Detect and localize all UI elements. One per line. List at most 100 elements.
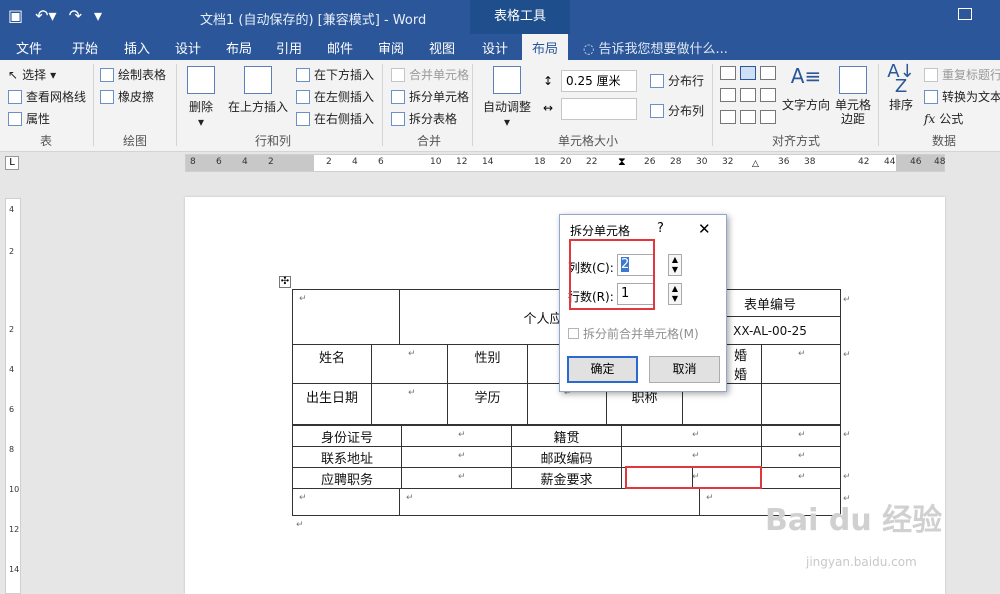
- cell-margins-button[interactable]: 单元格 边距: [834, 66, 872, 126]
- name-label-cell[interactable]: 姓名: [292, 344, 372, 384]
- view-gridlines-button[interactable]: 查看网格线: [8, 88, 86, 105]
- eraser-button[interactable]: 橡皮擦: [100, 88, 154, 105]
- tab-design[interactable]: 设计: [175, 38, 201, 57]
- column-width-input[interactable]: [561, 98, 637, 120]
- tab-table-layout[interactable]: 布局: [522, 34, 569, 60]
- text-direction-button[interactable]: A≡ 文字方向: [782, 64, 830, 113]
- convert-to-text-button[interactable]: 转换为文本: [924, 88, 1000, 105]
- position-label-cell[interactable]: 应聘职务: [292, 467, 402, 489]
- end-of-row-mark: ↵: [843, 350, 851, 360]
- properties-button[interactable]: 属性: [8, 110, 50, 127]
- id-number-label-cell[interactable]: 身份证号: [292, 425, 402, 447]
- horizontal-ruler[interactable]: 8 6 4 2 2 4 6 10 12 14 18 20 22 26 28 30…: [185, 154, 945, 172]
- right-indent-marker-icon[interactable]: △: [752, 159, 759, 169]
- merge-before-split-checkbox[interactable]: 拆分前合并单元格(M): [568, 325, 699, 342]
- marital-status-value-cell[interactable]: ↵: [761, 344, 841, 384]
- tab-table-design[interactable]: 设计: [482, 38, 508, 57]
- table-cell[interactable]: ↵: [399, 488, 700, 516]
- native-place-value-cell[interactable]: ↵: [621, 425, 762, 447]
- autofit-icon: [493, 66, 521, 94]
- select-button[interactable]: ↖ 选择 ▾: [8, 66, 56, 83]
- align-bottom-left-icon[interactable]: [720, 110, 736, 124]
- name-value-cell[interactable]: ↵: [371, 344, 448, 384]
- native-place-label-cell[interactable]: 籍贯: [511, 425, 622, 447]
- gender-label-cell[interactable]: 性别: [447, 344, 528, 384]
- table-cell[interactable]: ↵: [292, 289, 400, 345]
- table-cell[interactable]: ↵: [292, 488, 400, 516]
- postcode-value-cell[interactable]: ↵: [621, 446, 762, 468]
- tab-insert[interactable]: 插入: [124, 38, 150, 57]
- tab-review[interactable]: 审阅: [378, 38, 404, 57]
- position-value-cell[interactable]: ↵: [401, 467, 512, 489]
- align-middle-right-icon[interactable]: [760, 88, 776, 102]
- autofit-button[interactable]: 自动调整 ▾: [481, 66, 533, 129]
- distribute-rows-button[interactable]: 分布行: [650, 72, 704, 89]
- tab-selector-icon[interactable]: L: [5, 156, 19, 170]
- cancel-button[interactable]: 取消: [649, 356, 720, 383]
- salary-label-cell[interactable]: 薪金要求: [511, 467, 622, 489]
- close-icon[interactable]: ✕: [698, 220, 711, 238]
- postcode-label-cell[interactable]: 邮政编码: [511, 446, 622, 468]
- birth-date-label-cell[interactable]: 出生日期: [292, 383, 372, 425]
- insert-left-button[interactable]: 在左侧插入: [296, 88, 374, 105]
- address-label-cell[interactable]: 联系地址: [292, 446, 402, 468]
- split-cells-button[interactable]: 拆分单元格: [391, 88, 469, 105]
- birth-date-value-cell[interactable]: ↵: [371, 383, 448, 425]
- merge-cells-button[interactable]: 合并单元格: [391, 66, 469, 83]
- ruler-number: 6: [216, 157, 222, 167]
- ruler-number: 2: [326, 157, 332, 167]
- tab-file[interactable]: 文件: [16, 38, 42, 57]
- table-cell[interactable]: ↵: [761, 446, 841, 468]
- draw-table-button[interactable]: 绘制表格: [100, 66, 166, 83]
- save-icon[interactable]: ▣: [8, 6, 23, 25]
- rows-spinner[interactable]: ▲ ▼: [668, 283, 682, 305]
- formula-button[interactable]: fx 公式: [924, 110, 963, 127]
- tab-references[interactable]: 引用: [276, 38, 302, 57]
- tab-view[interactable]: 视图: [429, 38, 455, 57]
- align-middle-left-icon[interactable]: [720, 88, 736, 102]
- indent-marker-icon[interactable]: ⧗: [618, 155, 626, 169]
- tab-mailings[interactable]: 邮件: [327, 38, 353, 57]
- vertical-ruler[interactable]: 4 2 2 4 6 8 10 12 14: [5, 198, 21, 594]
- columns-spinner[interactable]: ▲ ▼: [668, 254, 682, 276]
- align-top-left-icon[interactable]: [720, 66, 736, 80]
- insert-right-button[interactable]: 在右侧插入: [296, 110, 374, 127]
- insert-below-button[interactable]: 在下方插入: [296, 66, 374, 83]
- align-top-right-icon[interactable]: [760, 66, 776, 80]
- customize-qat-icon[interactable]: ▾: [94, 6, 102, 25]
- address-value-cell[interactable]: ↵: [401, 446, 512, 468]
- row-height-input[interactable]: 0.25 厘米: [561, 70, 637, 92]
- distribute-columns-button[interactable]: 分布列: [650, 102, 704, 119]
- tab-home[interactable]: 开始: [72, 38, 98, 57]
- id-number-value-cell[interactable]: ↵: [401, 425, 512, 447]
- redo-icon[interactable]: ↷: [69, 6, 82, 25]
- align-bottom-right-icon[interactable]: [760, 110, 776, 124]
- repeat-header-rows-button[interactable]: 重复标题行: [924, 66, 1000, 83]
- table-cell[interactable]: ↵: [761, 425, 841, 447]
- ok-button[interactable]: 确定: [567, 356, 638, 383]
- tell-me-search[interactable]: ◌ 告诉我您想要做什么...: [583, 38, 728, 57]
- delete-table-icon: [187, 66, 215, 94]
- table-cell[interactable]: ↵: [761, 467, 841, 489]
- insert-above-button[interactable]: 在上方插入: [228, 66, 288, 115]
- tab-layout[interactable]: 布局: [226, 38, 252, 57]
- sort-az-icon: A↓ Z: [887, 61, 915, 97]
- column-width-icon: ↔: [543, 101, 554, 115]
- undo-icon[interactable]: ↶▾: [35, 6, 56, 25]
- sort-button[interactable]: A↓ Z 排序: [885, 61, 917, 113]
- ribbon-display-options-icon[interactable]: [958, 8, 972, 20]
- align-top-center-icon[interactable]: [740, 66, 756, 80]
- help-icon[interactable]: ?: [657, 221, 664, 236]
- photo-cell[interactable]: [761, 383, 841, 425]
- align-middle-center-icon[interactable]: [740, 88, 756, 102]
- delete-button[interactable]: 删除 ▾: [183, 66, 219, 129]
- education-label-cell[interactable]: 学历: [447, 383, 528, 425]
- ruler-number: 26: [644, 157, 656, 167]
- ruler-number: 2: [9, 247, 15, 256]
- end-of-row-mark: ↵: [843, 295, 851, 305]
- align-bottom-center-icon[interactable]: [740, 110, 756, 124]
- split-table-button[interactable]: 拆分表格: [391, 110, 457, 127]
- table-move-handle-icon[interactable]: ✣: [279, 276, 291, 288]
- checkbox-box: [568, 328, 579, 339]
- distribute-columns-icon: [650, 103, 664, 118]
